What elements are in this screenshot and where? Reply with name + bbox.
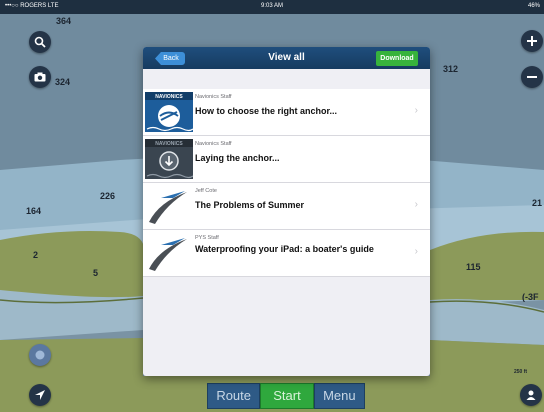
route-button[interactable]: Route: [207, 383, 261, 409]
download-icon: NAVIONICS: [145, 139, 193, 179]
pys-swoosh-icon: [145, 233, 193, 273]
svg-text:NAVIONICS: NAVIONICS: [155, 94, 183, 100]
article-title: Laying the anchor...: [195, 153, 280, 163]
depth-label: 364: [56, 16, 72, 26]
camera-button[interactable]: [29, 66, 51, 88]
user-icon: [526, 390, 536, 400]
list-item[interactable]: Jeff Cote The Problems of Summer ›: [143, 183, 430, 230]
location-button[interactable]: [29, 384, 51, 406]
search-button[interactable]: [29, 31, 51, 53]
start-button[interactable]: Start: [260, 383, 314, 409]
depth-label: 164: [26, 206, 42, 216]
depth-label: (-3F: [522, 292, 539, 302]
depth-label: 324: [55, 77, 71, 87]
download-button[interactable]: Download: [376, 51, 418, 66]
article-title: The Problems of Summer: [195, 200, 305, 210]
minus-icon: [527, 76, 537, 78]
article-list: NAVIONICS Navionics Staff How to choose …: [143, 89, 430, 277]
zoom-out-button[interactable]: [521, 66, 543, 88]
list-item[interactable]: NAVIONICS Navionics Staff Laying the anc…: [143, 136, 430, 183]
depth-label: 312: [443, 64, 459, 74]
menu-button[interactable]: Menu: [313, 383, 365, 409]
layers-button[interactable]: [29, 344, 51, 366]
depth-label: 115: [466, 262, 481, 272]
scale-bar-label: 250 ft: [514, 369, 528, 375]
chevron-right-icon: ›: [414, 199, 418, 210]
status-bar: •••○○ ROGERS LTE 9:03 AM 46%: [0, 0, 544, 14]
camera-icon: [34, 72, 46, 82]
depth-label: 5: [93, 268, 99, 278]
chevron-right-icon: ›: [414, 105, 418, 116]
pys-swoosh-icon: [145, 186, 193, 226]
svg-text:NAVIONICS: NAVIONICS: [155, 141, 183, 147]
article-title: Waterproofing your iPad: a boater's guid…: [195, 244, 374, 254]
location-arrow-icon: [35, 390, 45, 400]
plus-icon: [527, 36, 537, 46]
article-author: Jeff Cote: [195, 188, 217, 194]
article-author: Navionics Staff: [195, 94, 232, 100]
search-icon: [34, 36, 46, 48]
depth-label: 2: [33, 250, 39, 260]
zoom-in-button[interactable]: [521, 30, 543, 52]
community-button[interactable]: [520, 384, 542, 406]
navionics-logo-icon: NAVIONICS: [145, 92, 193, 132]
list-item[interactable]: NAVIONICS Navionics Staff How to choose …: [143, 89, 430, 136]
article-author: Navionics Staff: [195, 141, 232, 147]
battery-level: 46%: [527, 3, 540, 9]
depth-label: 226: [100, 191, 116, 201]
layers-icon: [35, 350, 45, 360]
depth-label: 21: [532, 198, 543, 208]
list-item[interactable]: PYS Staff Waterproofing your iPad: a boa…: [143, 230, 430, 277]
bottom-toolbar: Route Start Menu: [207, 383, 365, 409]
dialog-header: Back View all Download: [143, 47, 430, 69]
view-all-dialog: Back View all Download NAVIONICS Navioni…: [143, 47, 430, 376]
article-title: How to choose the right anchor...: [195, 106, 338, 116]
status-time: 9:03 AM: [260, 3, 283, 9]
article-author: PYS Staff: [195, 235, 219, 241]
chevron-right-icon: ›: [414, 246, 418, 257]
